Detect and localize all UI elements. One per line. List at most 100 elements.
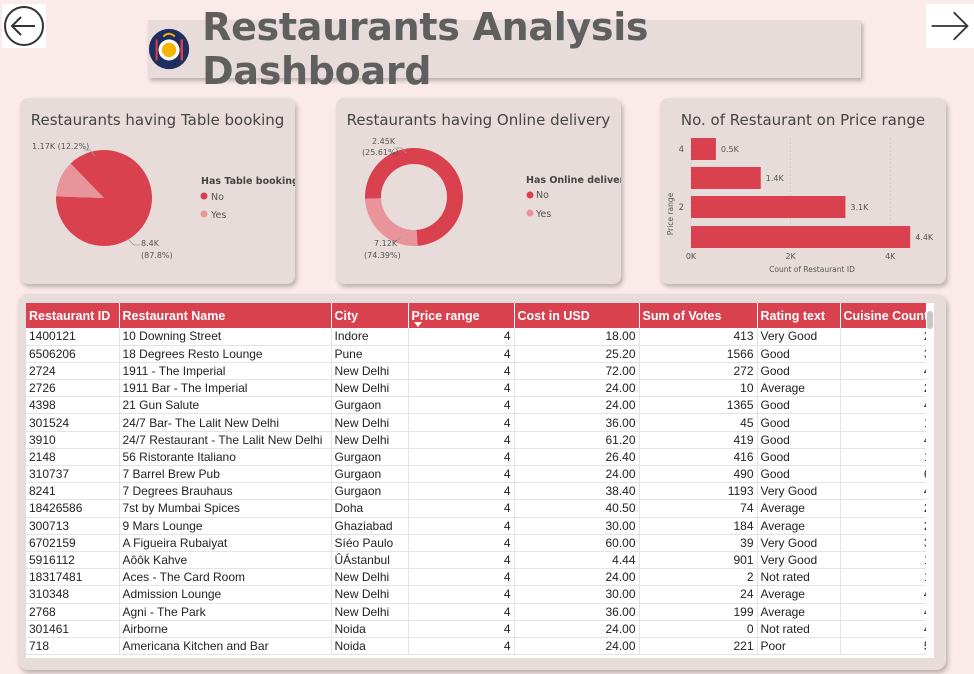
bar-data-label: 4.4K [915, 233, 934, 242]
table-row[interactable]: 301461AirborneNoida424.000Not rated4 [26, 620, 934, 638]
donut-label-no: 7.12K [374, 239, 398, 248]
table-row[interactable]: 5916112 Aôôk Kahve ÛÁstanbul 4 4.44 901 Very G… [26, 551, 934, 570]
table-cell: 5916112 [26, 551, 120, 570]
table-cell: Airborne [119, 620, 332, 638]
table-row[interactable]: 2148 56 Ristorante Italiano Gurgaon 4 26.40 4… [26, 448, 934, 467]
table-cell: 3 [840, 345, 934, 363]
table-cell: 4 [408, 396, 515, 415]
legend-marker-yes [200, 210, 208, 218]
table-cell: 301461 [26, 620, 120, 638]
table-cell: 4 [408, 431, 515, 449]
table-cell: 4 [840, 362, 934, 381]
bar-price-3[interactable] [691, 167, 761, 189]
vertical-scrollbar[interactable] [926, 303, 934, 658]
table-cell: Average [757, 517, 841, 535]
table-cell: 4 [408, 517, 515, 535]
table-cell: 4 [840, 603, 934, 621]
table-cell: 36.00 [514, 603, 640, 621]
table-row[interactable]: 8241 7 Degrees Brauhaus Gurgaon 4 38.40 1193 V… [26, 482, 934, 501]
table-cell: 4 [408, 482, 515, 501]
table-row[interactable]: 301524 24/7 Bar- The Lalit New Delhi New D… [26, 413, 934, 432]
column-header-sum-votes[interactable]: Sum of Votes [639, 303, 758, 328]
donut-label-yes: 2.45K [372, 137, 396, 146]
table-row[interactable]: 2726 1911 Bar - The Imperial New Delhi 4 24.… [26, 379, 934, 398]
table-row[interactable]: 18317481 Aces - The Card Room New Delhi 4 24… [26, 568, 934, 587]
table-booking-pie-chart[interactable]: 1.17K (12.2%) 8.4K (87.8%) Has Table boo… [20, 98, 295, 284]
x-axis-label: Count of Restaurant ID [769, 265, 855, 274]
table-row[interactable]: 2768 Agni - The Park New Delhi 4 36.00 199 Ave… [26, 603, 934, 621]
table-cell: A Figueira Rubaiyat [119, 534, 332, 552]
table-cell: Admission Lounge [119, 585, 332, 604]
forward-button[interactable] [926, 4, 974, 48]
restaurant-table-container[interactable]: Restaurant ID Restaurant Name City Price… [26, 303, 934, 658]
column-header-cost-usd[interactable]: Cost in USD [514, 303, 640, 328]
table-cell: 24 [639, 585, 758, 604]
column-header-cuisine-count[interactable]: Cuisine Count [840, 303, 934, 328]
table-cell: 24.00 [514, 379, 640, 398]
bar-price-2[interactable] [691, 196, 846, 218]
table-cell: 24.00 [514, 620, 640, 638]
table-booking-card: Restaurants having Table booking 1.17K (… [20, 98, 295, 284]
table-row[interactable]: 6702159 A Figueira Rubaiyat Síéo Paulo 4 60.… [26, 534, 934, 552]
y-tick-label: 2 [679, 203, 684, 213]
back-button[interactable] [2, 4, 46, 48]
column-header-restaurant-name[interactable]: Restaurant Name [119, 303, 332, 328]
column-header-restaurant-id[interactable]: Restaurant ID [26, 303, 120, 328]
table-cell: 1 [840, 551, 934, 570]
table-cell: 30.00 [514, 585, 640, 604]
table-cell: 310348 [26, 585, 120, 604]
legend-label-no: No [211, 192, 224, 203]
table-cell: 2 [840, 499, 934, 518]
table-cell: Noida [331, 620, 409, 638]
table-cell: 1400121 [26, 328, 120, 346]
table-row[interactable]: 718 Americana Kitchen and Bar Noida 4 24.00 2… [26, 637, 934, 656]
page-title: Restaurants Analysis Dashboard [202, 5, 649, 93]
table-row[interactable]: 310737 7 Barrel Brew Pub Gurgaon 4 24.00 490 G… [26, 465, 934, 484]
table-cell: 2 [840, 379, 934, 398]
table-cell: 4 [408, 379, 515, 398]
table-cell: 6506206 [26, 345, 120, 363]
table-row[interactable]: 439821 Gun SaluteGurgaon424.001365Good4 [26, 396, 934, 415]
legend-marker-no [200, 192, 208, 200]
table-row[interactable]: 18426586 7st by Mumbai Spices Doha 4 40.50 74… [26, 499, 934, 518]
table-cell: 38.40 [514, 482, 640, 501]
table-cell: 7 Degrees Brauhaus [119, 482, 332, 501]
table-cell: Not rated [757, 620, 841, 638]
table-row[interactable]: 310348 Admission Lounge New Delhi 4 30.00 24 A… [26, 585, 934, 604]
bar-price-1[interactable] [691, 226, 911, 248]
table-cell: Good [757, 431, 841, 449]
back-arrow-icon [4, 6, 44, 46]
column-header-city[interactable]: City [331, 303, 409, 328]
table-cell: 24/7 Bar- The Lalit New Delhi [119, 413, 332, 432]
table-row[interactable]: 6506206 18 Degrees Resto Lounge Pune 4 25.20… [26, 345, 934, 363]
restaurant-table-card: Restaurant ID Restaurant Name City Price… [18, 294, 946, 670]
table-cell: 184 [639, 517, 758, 535]
bar-price-4[interactable] [691, 138, 716, 160]
table-row[interactable]: 2724 1911 - The Imperial New Delhi 4 72.00 27… [26, 362, 934, 381]
column-header-price-range[interactable]: Price range [408, 303, 515, 328]
table-cell: 490 [639, 465, 758, 484]
table-row[interactable]: 1400121 10 Downing Street Indore 4 18.00 413 V… [26, 328, 934, 346]
table-cell: 9 Mars Lounge [119, 517, 332, 535]
table-cell: 24.00 [514, 396, 640, 415]
legend-title: Has Table booking [201, 176, 295, 187]
price-range-bar-chart[interactable]: 0K 2K 4K 0.5K 1.4K 3.1K 4.4K 4 2 Price range Cou… [660, 98, 946, 284]
table-cell: Aces - The Card Room [119, 568, 332, 587]
table-cell: 24.00 [514, 637, 640, 656]
table-cell: 5 [840, 637, 934, 656]
table-cell: Indore [331, 328, 409, 346]
table-row[interactable]: 300713 9 Mars Lounge Ghaziabad 4 30.00 184 Ave… [26, 517, 934, 535]
table-cell: 4 [408, 603, 515, 621]
online-delivery-donut-chart[interactable]: 2.45K (25.61%) 7.12K (74.39%) Has Online… [336, 98, 621, 284]
table-row[interactable]: 3910 24/7 Restaurant - The Lalit New Delh… [26, 431, 934, 449]
legend-label-yes: Yes [210, 210, 226, 221]
scrollbar-thumb[interactable] [927, 311, 933, 329]
table-cell: Agni - The Park [119, 603, 332, 621]
table-cell: 3910 [26, 431, 120, 449]
table-cell: 18 Degrees Resto Lounge [119, 345, 332, 363]
table-cell: 413 [639, 328, 758, 346]
table-cell: Good [757, 448, 841, 467]
column-header-rating-text[interactable]: Rating text [757, 303, 841, 328]
table-cell: Aôôk Kahve [119, 551, 332, 570]
table-cell: 61.20 [514, 431, 640, 449]
